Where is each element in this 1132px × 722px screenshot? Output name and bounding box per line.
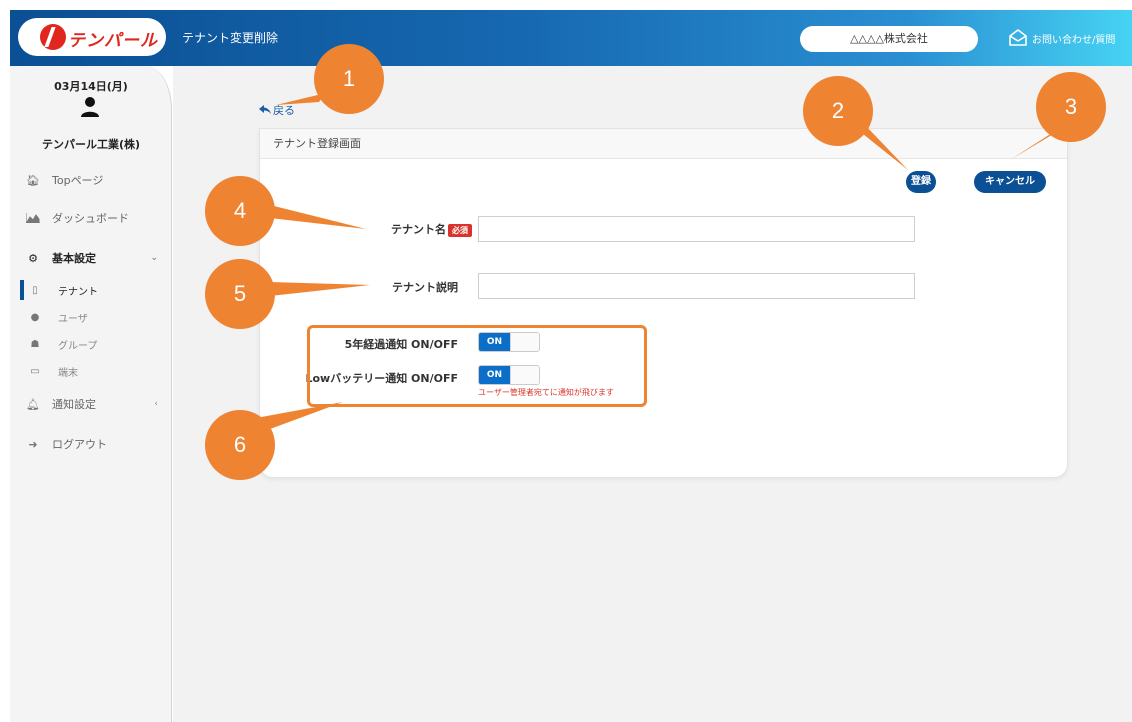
tenant-name-label: テナント名 必須: [300, 221, 472, 237]
sidebar-item-device[interactable]: ▭ 端末: [10, 363, 172, 379]
sidebar-item-label: ダッシュボード: [52, 212, 129, 225]
sidebar-item-label: 端末: [58, 367, 78, 379]
logo[interactable]: テンパール: [18, 18, 166, 56]
sidebar-item-label: テナント: [58, 286, 98, 298]
sidebar: 03月14日(月) テンパール工業(株) 🏠︎ Topページ ダッシュボード ⚙…: [10, 66, 172, 722]
laptop-icon: ▭: [30, 365, 40, 377]
annotation-badge-4: 4: [205, 176, 275, 246]
sidebar-item-label: Topページ: [52, 174, 104, 187]
sidebar-item-group[interactable]: ☗ グループ: [10, 336, 172, 352]
users-icon: ☗: [30, 338, 40, 350]
contact-link[interactable]: お問い合わせ/質問: [1008, 23, 1115, 53]
logout-icon: ➜: [28, 437, 38, 451]
card-title: テナント登録画面: [260, 129, 1067, 159]
sidebar-item-user[interactable]: ● ユーザ: [10, 309, 172, 325]
sidebar-item-top[interactable]: 🏠︎ Topページ: [10, 172, 172, 188]
register-button[interactable]: 登録: [906, 171, 936, 193]
bell-icon: 🔔︎: [26, 397, 40, 411]
tenant-form-card: テナント登録画面 登録 キャンセル テナント名 必須 テナント説明 5年経過通知 …: [259, 128, 1068, 478]
chart-area-icon: [26, 211, 40, 225]
sidebar-item-tenant[interactable]: ▯ テナント: [10, 282, 172, 298]
sidebar-item-dashboard[interactable]: ダッシュボード: [10, 210, 172, 226]
toggle-highlight-box: [307, 325, 647, 407]
tenant-name-input[interactable]: [478, 216, 915, 242]
cancel-button[interactable]: キャンセル: [974, 171, 1046, 193]
sidebar-item-logout[interactable]: ➜ ログアウト: [10, 436, 172, 452]
required-badge: 必須: [448, 223, 472, 237]
back-arrow-icon: [259, 105, 271, 114]
tenant-desc-label: テナント説明: [392, 281, 458, 294]
logo-mark-icon: [40, 24, 66, 50]
annotation-badge-3: 3: [1036, 72, 1106, 142]
user-avatar-icon: [81, 97, 99, 117]
page-title: テナント変更削除: [182, 31, 279, 45]
sidebar-item-label: ユーザ: [58, 313, 88, 325]
sidebar-item-basic-settings[interactable]: ⚙ 基本設定 ⌄: [10, 250, 172, 266]
company-selector[interactable]: △△△△株式会社: [800, 26, 978, 52]
chevron-left-icon: ‹: [154, 399, 158, 409]
logo-text: テンパール: [68, 31, 158, 51]
sidebar-item-label: 基本設定: [52, 252, 96, 265]
user-name: テンパール工業(株): [41, 138, 141, 151]
annotation-badge-6: 6: [205, 410, 275, 480]
annotation-badge-5: 5: [205, 259, 275, 329]
home-icon: 🏠︎: [26, 173, 40, 187]
building-icon: ▯: [32, 284, 38, 296]
mail-icon: [1009, 29, 1027, 46]
gear-icon: ⚙: [28, 251, 38, 265]
annotation-badge-2: 2: [803, 76, 873, 146]
tenant-desc-input[interactable]: [478, 273, 915, 299]
user-icon: ●: [30, 311, 40, 323]
back-link[interactable]: 戻る: [259, 102, 295, 118]
current-date: 03月14日(月): [54, 80, 128, 93]
chevron-down-icon: ⌄: [150, 253, 158, 263]
sidebar-item-notification-settings[interactable]: 🔔︎ 通知設定 ‹: [10, 396, 172, 412]
tenant-name-label-text: テナント名: [391, 223, 446, 236]
sidebar-item-label: ログアウト: [52, 438, 107, 451]
back-label: 戻る: [273, 104, 295, 117]
annotation-badge-1: 1: [314, 44, 384, 114]
sidebar-item-label: 通知設定: [52, 398, 96, 411]
sidebar-item-label: グループ: [58, 340, 98, 352]
top-header: テンパール テナント変更削除 △△△△株式会社 お問い合わせ/質問: [10, 10, 1132, 66]
contact-label: お問い合わせ/質問: [1032, 34, 1116, 46]
